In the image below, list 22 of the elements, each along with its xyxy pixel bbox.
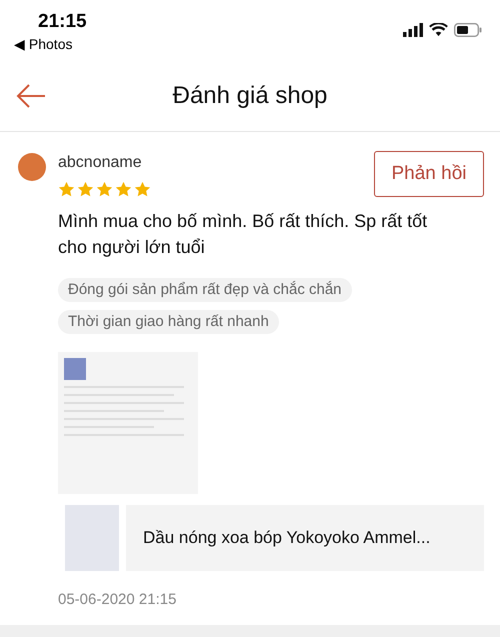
reply-button[interactable]: Phản hồi	[374, 151, 484, 197]
signal-icon	[403, 23, 423, 37]
star-icon	[96, 181, 113, 198]
battery-icon	[454, 23, 482, 37]
product-thumbnail-placeholder	[65, 505, 119, 571]
product-name: Dầu nóng xoa bóp Yokoyoko Ammel...	[143, 527, 430, 550]
star-icon	[58, 181, 75, 198]
review-photo-placeholder[interactable]	[58, 352, 198, 494]
star-icon	[134, 181, 151, 198]
wifi-icon	[429, 23, 448, 37]
review-tag: Đóng gói sản phẩm rất đẹp và chắc chắn	[58, 278, 352, 302]
review-text: Mình mua cho bố mình. Bố rất thích. Sp rất tốt cho người lớn tuổi	[58, 210, 428, 259]
back-arrow-icon	[16, 84, 46, 108]
username: abcnoname	[58, 153, 143, 173]
page-title: Đánh giá shop	[172, 80, 328, 110]
user-avatar	[18, 153, 46, 181]
review-date: 05-06-2020 21:15	[58, 590, 178, 610]
review-tag: Thời gian giao hàng rất nhanh	[58, 310, 279, 334]
back-to-app-link[interactable]: ◀ Photos	[14, 35, 87, 53]
star-icon	[115, 181, 132, 198]
star-icon	[77, 181, 94, 198]
status-time: 21:15	[38, 10, 87, 34]
